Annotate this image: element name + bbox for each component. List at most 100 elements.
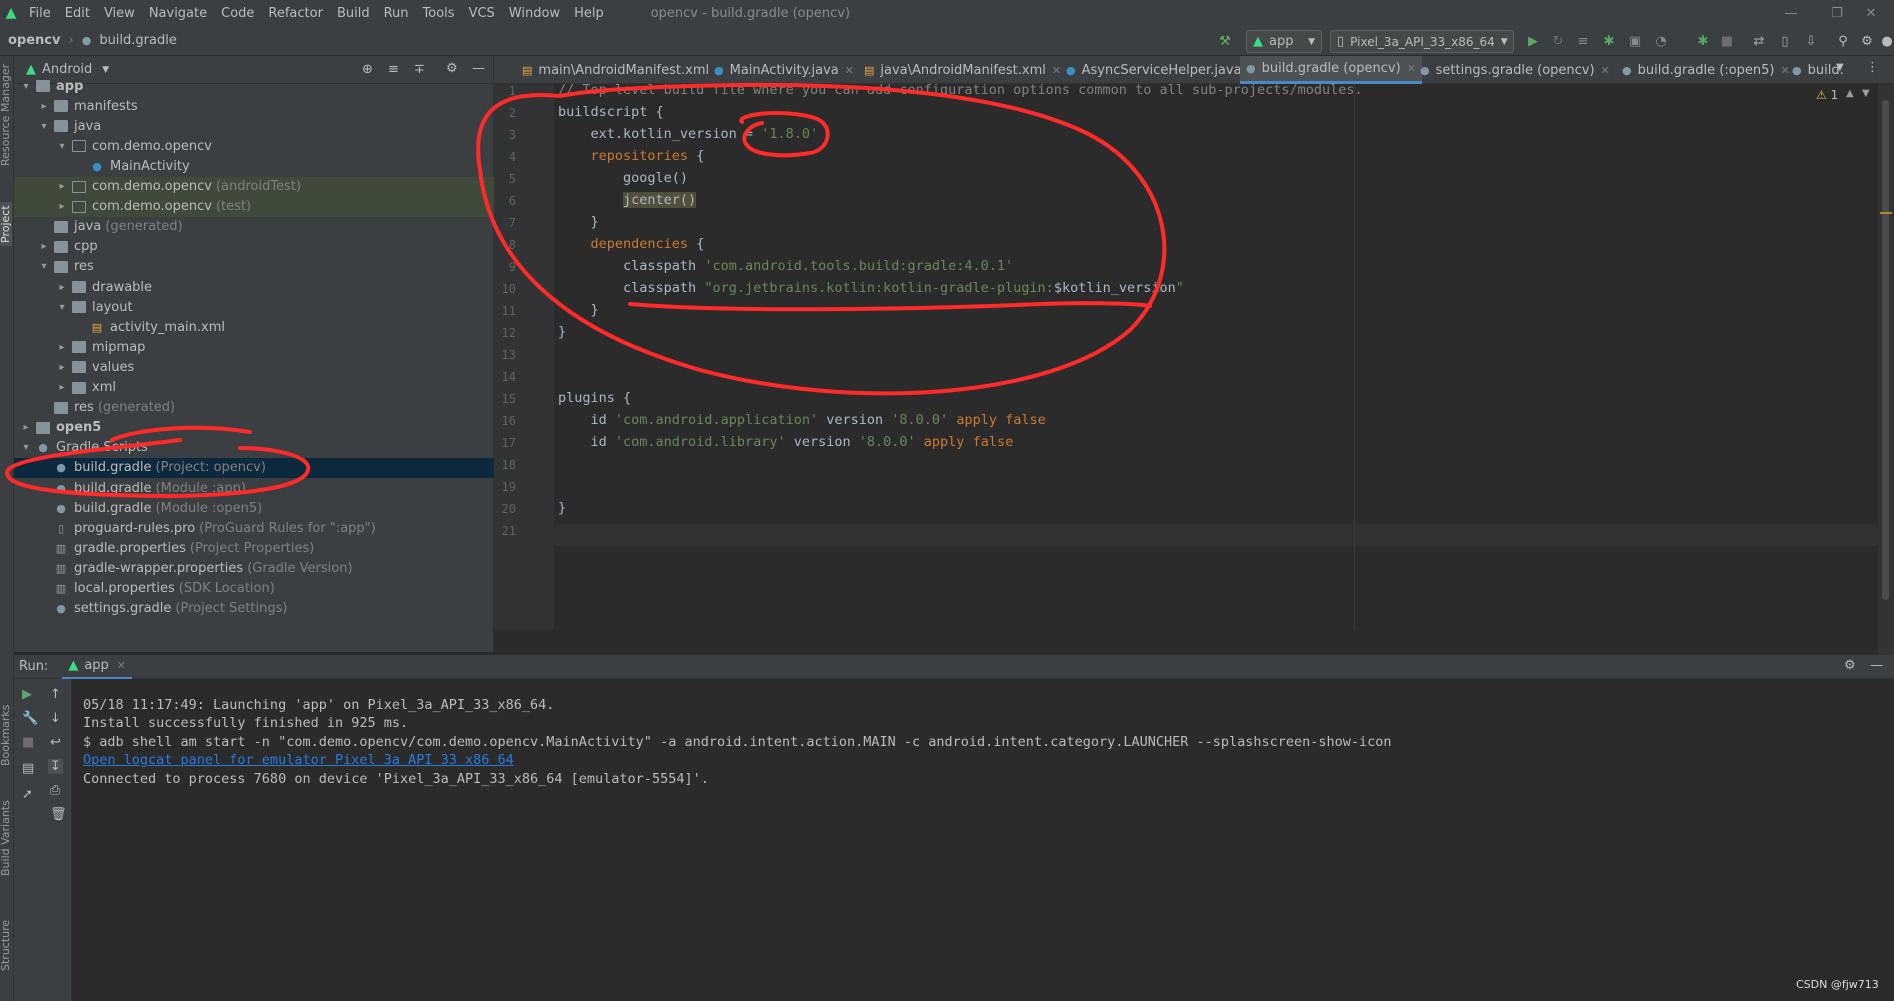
tree-item[interactable]: ▸ values [14,357,494,377]
menu-navigate[interactable]: Navigate [142,6,214,21]
trash-icon[interactable]: 🗑 [50,807,67,822]
breadcrumb-file[interactable]: build.gradle [95,33,181,48]
code-line[interactable]: ext.kotlin_version = '1.8.0' [558,126,819,142]
expand-all-icon[interactable]: ≡ [388,62,399,77]
editor-tab[interactable]: ▤ main\AndroidManifest.xml ✕ [516,56,730,84]
locate-icon[interactable]: ⊕ [362,62,373,77]
minimize-icon[interactable]: — [1768,0,1814,26]
layout-icon[interactable]: ▤ [22,761,34,776]
editor-scrollbar[interactable] [1878,84,1894,655]
chevron-down-icon[interactable]: ▾ [56,141,68,152]
tree-item[interactable]: ▥ gradle.properties (Project Properties) [14,538,494,558]
code-editor[interactable]: 1 2 3 4 5 6 7 8 9 10 11 12 13 14 15 16 17 18 19 20 21 // Top… [494,82,1878,630]
menu-tools[interactable]: Tools [416,6,462,21]
tree-item[interactable]: ▸ open5 [14,418,494,438]
editor-tab[interactable]: ● build.gradle (opencv) ✕ [1240,56,1422,84]
code-line[interactable]: } [558,500,566,516]
menu-view[interactable]: View [97,6,142,21]
chevron-right-icon[interactable]: ▸ [56,181,68,192]
run-tab-app[interactable]: ▲ app ✕ [62,655,133,679]
menu-refactor[interactable]: Refactor [261,6,330,21]
chevron-down-icon[interactable]: ▾ [38,121,50,132]
tree-item[interactable]: ▯ proguard-rules.pro (ProGuard Rules for "… [14,518,494,538]
bookmarks-tab[interactable]: Bookmarks [0,705,12,766]
editor-tab[interactable]: ●AsyncServiceHelper.java✕ [1060,56,1263,84]
code-line[interactable]: google() [558,170,688,186]
chevron-right-icon[interactable]: ▸ [56,362,68,373]
stop-icon[interactable]: ■ [22,735,34,750]
gear-icon[interactable]: ⚙ [446,61,458,76]
scrollbar-thumb[interactable] [1882,100,1889,600]
code-line[interactable]: classpath "org.jetbrains.kotlin:kotlin-g… [558,280,1184,296]
breadcrumb-project[interactable]: opencv [4,33,65,48]
tree-item[interactable]: ▤ activity_main.xml [14,317,494,337]
warning-marker[interactable] [1880,212,1892,214]
stop-icon[interactable]: ■ [1718,32,1736,50]
code-line[interactable]: jcenter() [558,192,697,208]
tree-item[interactable]: ● build.gradle (Module :app) [14,478,494,498]
pin-icon[interactable]: ➚ [22,787,33,802]
chevron-down-icon[interactable]: ▾ [20,81,32,92]
code-line[interactable]: } [558,214,599,230]
sdk-manager-icon[interactable]: ⇩ [1802,32,1820,50]
apply-changes-icon[interactable]: ≡ [1574,32,1592,50]
attach-debugger-icon[interactable]: ✱ [1694,32,1712,50]
tree-item[interactable]: ▸ mipmap [14,337,494,357]
code-line[interactable]: id 'com.android.library' version '8.0.0'… [558,434,1014,450]
collapse-all-icon[interactable]: ∓ [414,62,425,77]
build-variants-tab[interactable]: Build Variants [0,800,12,876]
chevron-down-icon[interactable]: ▼ [1862,88,1870,99]
tree-item[interactable]: ▾ app [14,76,494,96]
tree-item[interactable]: ● MainActivity [14,156,494,176]
close-icon[interactable]: ✕ [117,659,126,672]
search-icon[interactable]: ⚲ [1834,32,1852,50]
tree-item[interactable]: ● settings.gradle (Project Settings) [14,599,494,619]
tabs-overflow-icon[interactable]: ▼ [1836,62,1844,73]
hammer-icon[interactable]: ⚒ [1216,32,1234,50]
menu-build[interactable]: Build [330,6,377,21]
wrench-icon[interactable]: 🔧 [22,711,38,726]
code-line[interactable]: classpath 'com.android.tools.build:gradl… [558,258,1013,274]
more-icon[interactable]: ⋮ [1866,60,1879,75]
menu-run[interactable]: Run [377,6,416,21]
close-icon[interactable]: ✕ [845,64,854,77]
editor-tab[interactable]: ● build.gradle (:open5) ✕ [1616,56,1796,84]
coverage-icon[interactable]: ▣ [1626,32,1644,50]
logcat-link[interactable]: Open logcat panel for emulator Pixel 3a … [83,752,514,768]
hide-panel-icon[interactable]: — [472,61,485,76]
menu-file[interactable]: File [22,6,58,21]
tree-item[interactable]: ▥ gradle-wrapper.properties (Gradle Versio… [14,558,494,578]
code-line[interactable]: repositories { [558,148,705,164]
tree-item[interactable]: ▾ layout [14,297,494,317]
code-line[interactable]: plugins { [558,390,631,406]
soft-wrap-icon[interactable]: ↩ [50,735,61,750]
device-select[interactable]: ▯ Pixel_3a_API_33_x86_64 ▼ [1330,30,1514,53]
menu-code[interactable]: Code [214,6,261,21]
tree-item[interactable]: ▾ java [14,116,494,136]
menu-window[interactable]: Window [502,6,567,21]
chevron-down-icon[interactable]: ▾ [38,261,50,272]
code-line[interactable]: } [558,324,566,340]
tree-item[interactable]: ▥ local.properties (SDK Location) [14,579,494,599]
project-view-select[interactable]: Android [42,62,92,77]
chevron-up-icon[interactable]: ▲ [1846,88,1854,99]
chevron-right-icon[interactable]: ▸ [56,282,68,293]
chevron-right-icon[interactable]: ▸ [38,101,50,112]
close-icon[interactable]: ✕ [1848,0,1894,26]
code-line[interactable]: dependencies { [558,236,705,252]
close-icon[interactable]: ✕ [1601,64,1610,77]
code-line[interactable]: id 'com.android.application' version '8.… [558,412,1046,428]
tree-item[interactable]: ● build.gradle (Module :open5) [14,498,494,518]
editor-tab[interactable]: ● settings.gradle (opencv) ✕ [1414,56,1616,84]
gear-icon[interactable]: ⚙ [1844,658,1856,673]
tree-item[interactable]: ▸ manifests [14,96,494,116]
tree-item[interactable]: ▾ res [14,257,494,277]
scroll-down-icon[interactable]: ↓ [50,711,61,726]
rerun-icon[interactable]: ↻ [1549,32,1567,50]
tree-item[interactable]: ▸ xml [14,378,494,398]
chevron-right-icon[interactable]: ▸ [56,201,68,212]
chevron-right-icon[interactable]: ▸ [38,241,50,252]
profile-icon[interactable]: ◔ [1652,32,1670,50]
tree-item[interactable]: ▸ com.demo.opencv (androidTest) [14,176,494,197]
tree-item[interactable]: ▸ drawable [14,277,494,297]
